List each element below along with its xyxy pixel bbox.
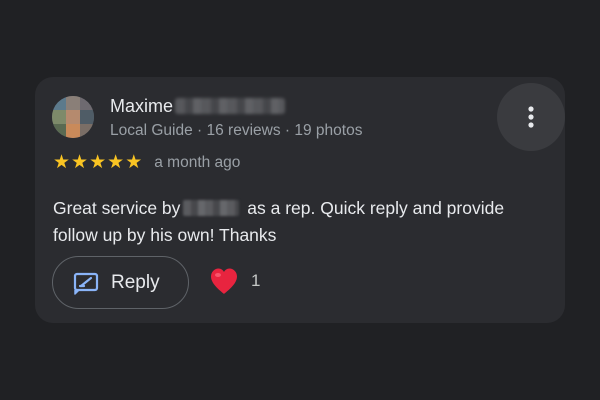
star-icon: ★ <box>53 152 71 173</box>
redacted-name <box>183 200 240 216</box>
review-text: Great service by as a rep. Quick reply a… <box>53 195 523 249</box>
reply-button[interactable]: Reply <box>52 256 189 309</box>
star-icon: ★ <box>89 152 107 173</box>
author-name-row[interactable]: Maxime <box>110 94 286 118</box>
author-name[interactable]: Maxime <box>110 96 173 117</box>
reply-edit-icon <box>73 272 99 295</box>
star-icon: ★ <box>125 152 143 173</box>
heart-count: 1 <box>251 271 261 290</box>
heart-reaction[interactable]: 1 <box>209 267 260 295</box>
avatar[interactable] <box>52 96 94 138</box>
star-rating: ★ ★ ★ ★ ★ <box>53 153 143 173</box>
review-card: Maxime Local Guide · 16 reviews · 19 pho… <box>35 77 565 323</box>
more-options-button[interactable] <box>497 83 565 151</box>
author-surname-redacted <box>175 98 286 114</box>
author-meta: Local Guide · 16 reviews · 19 photos <box>110 122 363 139</box>
review-time: a month ago <box>154 154 241 171</box>
star-icon: ★ <box>107 152 125 173</box>
more-vertical-icon <box>528 106 534 128</box>
heart-icon[interactable] <box>209 267 239 295</box>
review-text-before: Great service by <box>53 198 181 218</box>
star-icon: ★ <box>71 152 89 173</box>
reply-label: Reply <box>111 271 160 293</box>
rating-row: ★ ★ ★ ★ ★ a month ago <box>53 153 240 173</box>
